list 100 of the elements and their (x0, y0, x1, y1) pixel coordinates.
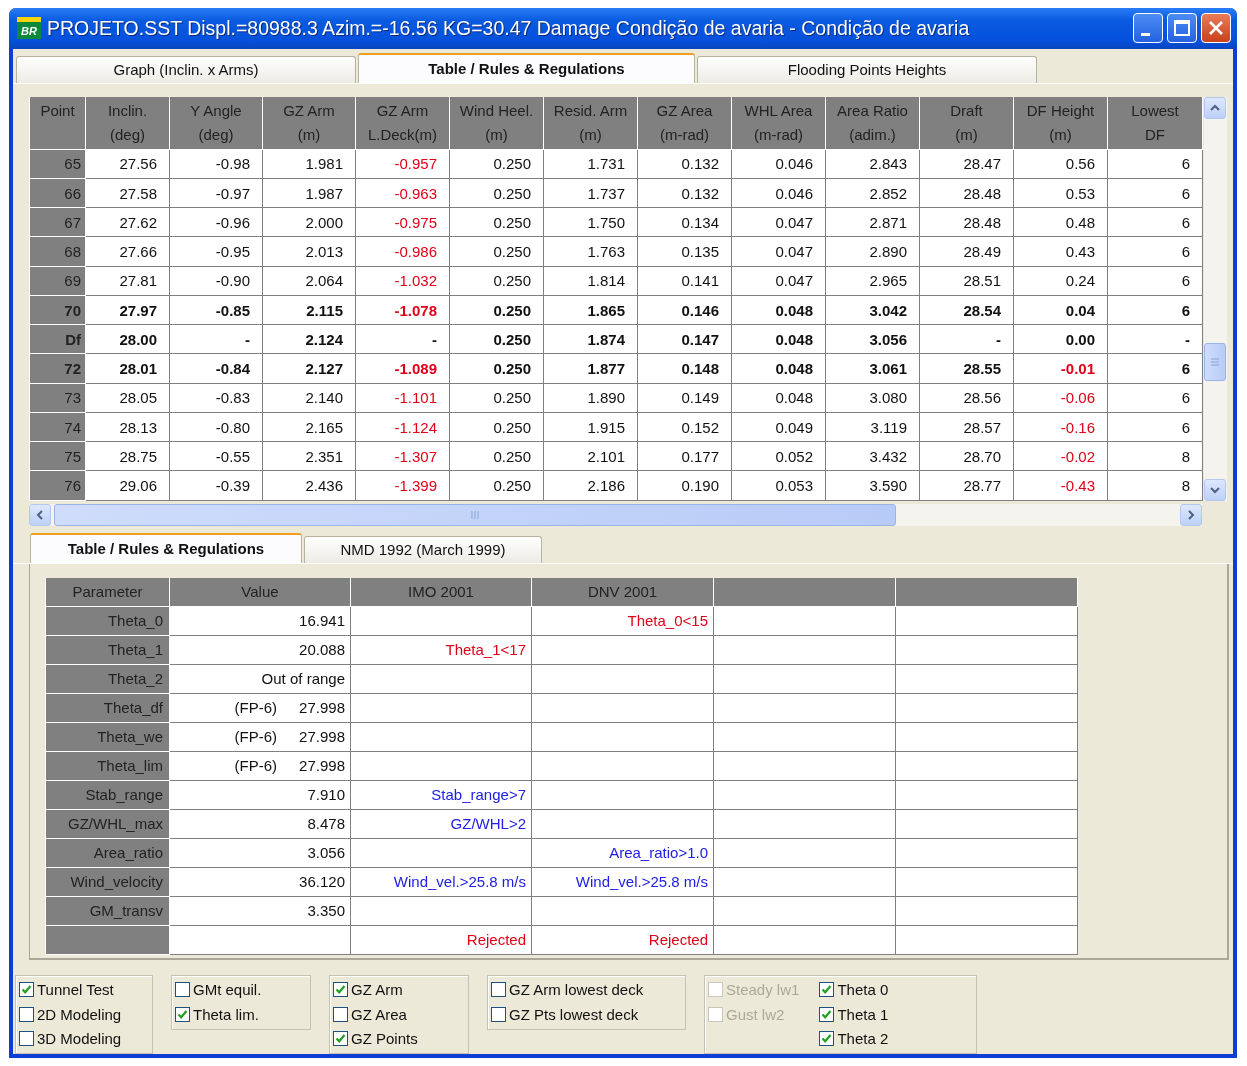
table-cell: -1.101 (355, 383, 450, 413)
checkbox[interactable] (19, 982, 34, 998)
scroll-left-button[interactable] (29, 503, 51, 526)
table-cell: 0.190 (637, 470, 732, 501)
parameter-label: GM_transv (45, 896, 170, 926)
parameter-value: 20.088 (169, 635, 351, 665)
checkbox[interactable] (19, 1031, 34, 1047)
point-note: (FP-6) (234, 699, 278, 717)
row-header: Df (29, 324, 86, 354)
parameter-label: Wind_velocity (45, 867, 170, 897)
scroll-right-button[interactable] (1180, 503, 1202, 526)
table-cell: -1.124 (355, 412, 450, 442)
checkbox[interactable] (819, 982, 835, 998)
parameter-label: Theta_we (45, 722, 170, 752)
table-cell: 1.814 (543, 266, 638, 296)
column-header: DF Height (m) (1013, 96, 1108, 150)
tab[interactable]: Graph (Inclin. x Arms) (16, 55, 356, 83)
parameter-label: Area_ratio (45, 838, 170, 868)
table-cell: -0.55 (169, 441, 263, 471)
checkbox-label: GMt equil. (193, 981, 262, 999)
checkbox[interactable] (333, 982, 348, 998)
maximize-button[interactable] (1167, 13, 1197, 44)
checkbox[interactable] (491, 982, 506, 998)
table-cell: -0.06 (1013, 383, 1108, 413)
maximize-icon (1173, 19, 1191, 38)
checkbox[interactable] (175, 1006, 190, 1022)
table-cell: -0.97 (169, 178, 263, 208)
table-cell: 0.052 (731, 441, 826, 471)
tab[interactable]: Table / Rules & Regulations (358, 52, 695, 83)
table-cell: -0.986 (355, 236, 450, 267)
tab[interactable]: Flooding Points Heights (697, 55, 1037, 83)
table-cell: 0.250 (449, 266, 544, 296)
vertical-scrollbar[interactable] (1204, 96, 1227, 501)
parameter-value: 27.998 (299, 757, 345, 775)
table-cell: 28.54 (919, 295, 1014, 325)
table-cell: 28.13 (85, 412, 170, 442)
rule-result: Stab_range>7 (350, 780, 532, 810)
table-cell: -0.84 (169, 353, 263, 384)
row-header: 69 (29, 266, 86, 296)
table-cell: 2.965 (825, 266, 920, 296)
table-cell: 0.134 (637, 207, 732, 237)
table-cell: 27.56 (85, 149, 170, 179)
checkbox-label: GZ Arm (351, 981, 403, 999)
table-cell: -0.98 (169, 149, 263, 179)
checkbox-label: Theta lim. (193, 1005, 259, 1023)
table-cell: 0.049 (731, 412, 826, 442)
table-cell: 0.24 (1013, 266, 1108, 296)
table-cell: 2.101 (543, 441, 638, 471)
table-cell: 1.877 (543, 353, 638, 384)
scroll-thumb[interactable] (1204, 342, 1226, 381)
checkbox[interactable] (175, 982, 190, 998)
tab[interactable]: Table / Rules & Regulations (30, 532, 302, 563)
column-header: Draft (m) (919, 96, 1014, 150)
table-cell: 28.49 (919, 236, 1014, 267)
checkbox-label: Steady lw1 (726, 981, 800, 999)
minimize-button[interactable] (1133, 13, 1163, 44)
column-header: Parameter (45, 577, 170, 607)
table-cell: 0.250 (449, 383, 544, 413)
row-header: 74 (29, 412, 86, 442)
table-cell: 28.00 (85, 324, 170, 354)
table-cell: -0.957 (355, 149, 450, 179)
table-cell: 28.48 (919, 207, 1014, 237)
checkbox-label: Theta 0 (837, 981, 889, 999)
column-header: Area Ratio (adim.) (825, 96, 920, 150)
parameter-value: 27.998 (299, 728, 345, 746)
table-cell: -1.032 (355, 266, 450, 296)
table-cell: 0.149 (637, 383, 732, 413)
table-cell: -0.80 (169, 412, 263, 442)
table-cell: 2.852 (825, 178, 920, 208)
table-cell: 29.06 (85, 470, 170, 501)
table-cell: 27.58 (85, 178, 170, 208)
table-cell: 0.177 (637, 441, 732, 471)
table-cell: 0.048 (731, 383, 826, 413)
table-cell: 1.731 (543, 149, 638, 179)
checkbox[interactable] (333, 1006, 348, 1022)
table-cell: -0.96 (169, 207, 263, 237)
checkbox[interactable] (19, 1006, 34, 1022)
checkbox-label: Tunnel Test (37, 981, 114, 999)
scroll-thumb[interactable] (54, 503, 896, 526)
scroll-up-button[interactable] (1204, 96, 1226, 119)
row-header: 72 (29, 353, 86, 384)
close-button[interactable] (1201, 13, 1231, 44)
checkbox[interactable] (819, 1031, 835, 1047)
parameter-label: Theta_lim (45, 751, 170, 781)
checkbox[interactable] (819, 1006, 835, 1022)
row-header: 67 (29, 207, 86, 237)
tab[interactable]: NMD 1992 (March 1999) (304, 535, 542, 563)
row-header: 76 (29, 470, 86, 501)
table-cell: -0.90 (169, 266, 263, 296)
minimize-icon (1140, 32, 1150, 36)
horizontal-scrollbar[interactable] (29, 503, 1202, 526)
table-cell: 1.915 (543, 412, 638, 442)
checkbox[interactable] (333, 1031, 348, 1047)
checkbox[interactable] (491, 1006, 506, 1022)
scroll-down-button[interactable] (1204, 478, 1226, 501)
rule-result: Wind_vel.>25.8 m/s (350, 867, 532, 897)
table-cell: 0.04 (1013, 295, 1108, 325)
parameter-value: 16.941 (169, 606, 351, 636)
table-cell: 0.046 (731, 178, 826, 208)
table-cell: 0.146 (637, 295, 732, 325)
